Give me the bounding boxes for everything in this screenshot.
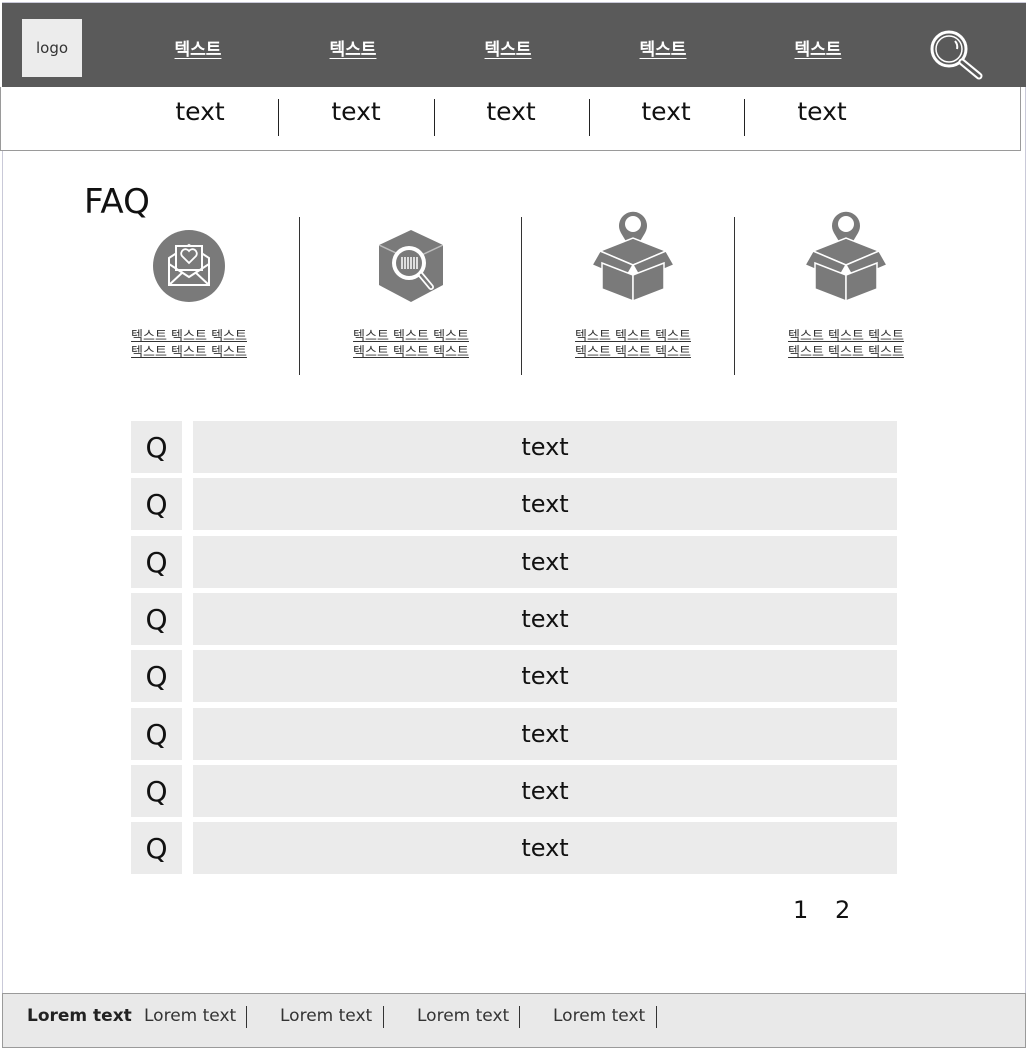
question-text[interactable]: text [193,421,897,473]
question-text[interactable]: text [193,593,897,645]
footer-link-2[interactable]: Lorem text [144,1006,236,1026]
faq-row[interactable]: Q text [131,650,897,702]
logo[interactable]: logo [22,19,82,77]
question-text[interactable]: text [193,822,897,874]
faq-row[interactable]: Q text [131,421,897,473]
category-caption: 텍스트 텍스트 텍스트 텍스트 텍스트 텍스트 [575,329,691,360]
subnav-divider [434,99,435,136]
footer-link-3[interactable]: Lorem text [280,1006,372,1026]
question-text[interactable]: text [193,765,897,817]
subnav-divider [278,99,279,136]
top-navbar: logo 텍스트 텍스트 텍스트 텍스트 텍스트 [2,3,1026,87]
subnav-item-4[interactable]: text [626,97,706,126]
faq-row[interactable]: Q text [131,536,897,588]
category-divider [734,217,735,375]
faq-category-3[interactable]: 텍스트 텍스트 텍스트 텍스트 텍스트 텍스트 [558,205,708,375]
question-marker: Q [131,765,182,817]
subnav-item-1[interactable]: text [160,97,240,126]
nav-item-2[interactable]: 텍스트 [313,35,393,60]
faq-row[interactable]: Q text [131,478,897,530]
faq-row[interactable]: Q text [131,593,897,645]
faq-row[interactable]: Q text [131,765,897,817]
barcode-search-box-icon [378,230,444,302]
question-text[interactable]: text [193,708,897,760]
footer-divider [519,1006,520,1028]
nav-item-4[interactable]: 텍스트 [623,35,703,60]
page-link-2[interactable]: 2 [835,896,850,924]
question-marker: Q [131,536,182,588]
question-marker: Q [131,593,182,645]
footer-link-5[interactable]: Lorem text [553,1006,645,1026]
footer-link-4[interactable]: Lorem text [417,1006,509,1026]
question-text[interactable]: text [193,478,897,530]
box-location-pin-icon [590,211,676,303]
subnav-divider [744,99,745,136]
category-caption: 텍스트 텍스트 텍스트 텍스트 텍스트 텍스트 [788,329,904,360]
footer-divider [383,1006,384,1028]
category-caption: 텍스트 텍스트 텍스트 텍스트 텍스트 텍스트 [131,329,247,360]
category-caption: 텍스트 텍스트 텍스트 텍스트 텍스트 텍스트 [353,329,469,360]
sub-navbar: text text text text text [0,87,1021,151]
heart-envelope-icon [153,230,225,302]
faq-category-1[interactable]: 텍스트 텍스트 텍스트 텍스트 텍스트 텍스트 [114,205,264,375]
question-text[interactable]: text [193,650,897,702]
question-marker: Q [131,822,182,874]
faq-row[interactable]: Q text [131,822,897,874]
search-icon[interactable] [928,29,984,81]
question-marker: Q [131,708,182,760]
faq-category-2[interactable]: 텍스트 텍스트 텍스트 텍스트 텍스트 텍스트 [336,205,486,375]
question-marker: Q [131,650,182,702]
nav-item-3[interactable]: 텍스트 [468,35,548,60]
question-marker: Q [131,421,182,473]
category-divider [521,217,522,375]
subnav-divider [589,99,590,136]
faq-row[interactable]: Q text [131,708,897,760]
box-location-pin-icon [803,211,889,303]
question-marker: Q [131,478,182,530]
footer-divider [656,1006,657,1028]
faq-category-4[interactable]: 텍스트 텍스트 텍스트 텍스트 텍스트 텍스트 [771,205,921,375]
footer-link-1[interactable]: Lorem text [27,1006,132,1026]
category-divider [299,217,300,375]
footer-divider [246,1006,247,1028]
nav-item-5[interactable]: 텍스트 [778,35,858,60]
footer: Lorem text Lorem text Lorem text Lorem t… [2,993,1026,1048]
question-text[interactable]: text [193,536,897,588]
nav-item-1[interactable]: 텍스트 [158,35,238,60]
subnav-item-2[interactable]: text [316,97,396,126]
subnav-item-3[interactable]: text [471,97,551,126]
page-link-1[interactable]: 1 [793,896,808,924]
subnav-item-5[interactable]: text [782,97,862,126]
